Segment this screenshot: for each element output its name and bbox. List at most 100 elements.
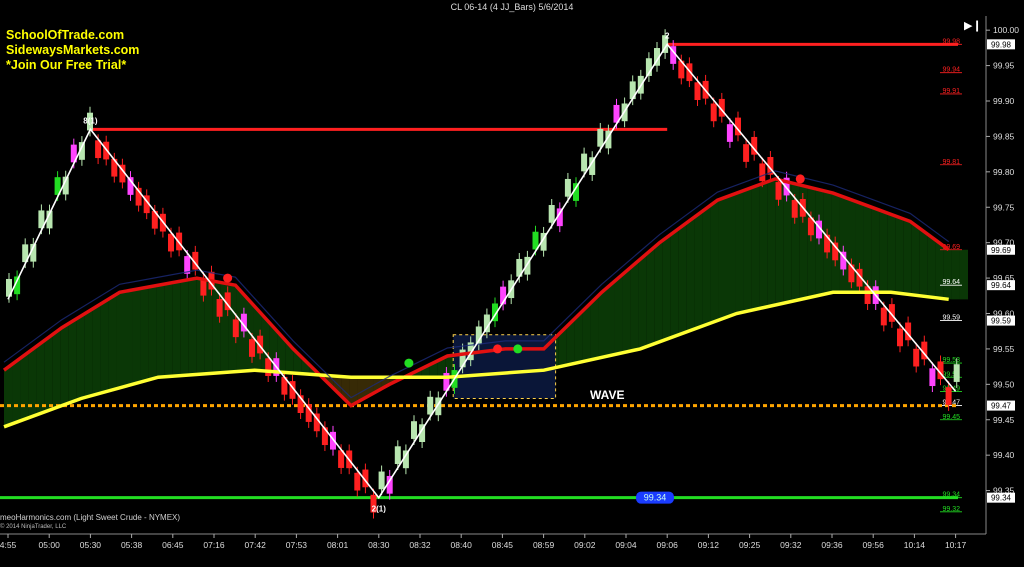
x-tick-label: 07:16: [203, 540, 225, 550]
candle-body: [354, 472, 361, 491]
candle-body: [265, 358, 272, 376]
x-tick-label: 09:12: [698, 540, 720, 550]
candle-body: [694, 82, 701, 101]
price-box-label: 99.47: [991, 402, 1012, 411]
ma-cloud-segment: [807, 186, 816, 298]
price-box-label: 99.64: [991, 281, 1012, 290]
play-pause-icon[interactable]: ▶❙: [964, 19, 982, 32]
price-chart[interactable]: 99.3599.4099.4599.5099.5599.6099.6599.70…: [0, 0, 1024, 567]
price-level-label: 99.94: [942, 67, 960, 74]
low-level-pill-label: 99.34: [644, 493, 667, 503]
ma-cloud-segment: [959, 249, 968, 300]
ma-cloud-segment: [839, 195, 848, 293]
ma-cloud-segment: [60, 323, 69, 407]
ma-cloud-segment: [20, 352, 29, 421]
candle-body: [394, 446, 401, 465]
candle-body: [832, 242, 839, 261]
x-tick-label: 08:40: [451, 540, 473, 550]
ma-cloud-segment: [759, 181, 768, 309]
x-tick-label: 06:45: [162, 540, 184, 550]
ma-cloud-segment: [622, 267, 631, 353]
ma-cloud-segment: [718, 196, 727, 320]
ma-cloud-segment: [670, 228, 679, 338]
candle-body: [945, 387, 952, 405]
x-tick-label: 09:32: [780, 540, 802, 550]
ma-cloud-segment: [614, 274, 623, 355]
x-tick-label: 08:45: [492, 540, 514, 550]
candle-body: [743, 144, 750, 162]
candle-body: [953, 364, 960, 382]
signal-dot: [404, 358, 414, 368]
candle-body: [564, 178, 571, 197]
x-tick-label: 05:30: [80, 540, 102, 550]
ma-cloud-segment: [751, 184, 760, 311]
signal-dot: [493, 344, 503, 354]
candle-body: [726, 124, 733, 142]
ma-cloud-segment: [654, 240, 663, 344]
price-level-label: 99.53: [942, 357, 960, 364]
chart-window: 99.35 99.40 99.45 99.50 99.55 99.60 99.65 99.70…: [0, 0, 1024, 567]
ma-cloud-segment: [349, 377, 358, 405]
x-tick-label: 07:42: [245, 540, 267, 550]
y-tick-label: 99.45: [993, 415, 1015, 425]
ma-cloud-segment: [68, 318, 77, 404]
price-box-label: 99.59: [991, 317, 1012, 326]
x-tick-label: 09:36: [821, 540, 843, 550]
x-tick-label: 09:04: [615, 540, 637, 550]
ma-cloud-segment: [76, 313, 85, 401]
ma-cloud-segment: [12, 358, 21, 424]
x-tick-label: 05:00: [39, 540, 61, 550]
candle-body: [710, 103, 717, 122]
price-level-label: 99.81: [942, 159, 960, 166]
candle-body: [216, 299, 223, 317]
ma-cloud-segment: [686, 216, 695, 332]
ma-cloud-segment: [951, 249, 960, 300]
ma-cloud-segment: [164, 282, 173, 377]
ma-cloud-segment: [871, 207, 880, 293]
x-tick-label: 10:14: [904, 540, 926, 550]
brand-line-3: *Join Our Free Trial*: [6, 58, 127, 72]
price-box-label: 99.34: [991, 494, 1012, 503]
price-level-label: 99.91: [942, 88, 960, 95]
ma-cloud-segment: [735, 190, 744, 315]
candle-body: [775, 182, 782, 200]
y-tick-label: 99.50: [993, 379, 1015, 389]
y-tick-label: 99.80: [993, 167, 1015, 177]
price-box-label: 99.98: [991, 40, 1012, 49]
candle-body: [232, 319, 239, 338]
ma-cloud-segment: [188, 278, 197, 376]
x-tick-label: 08:32: [409, 540, 431, 550]
data-source-label: meoHarmonics.com (Light Sweet Crude - NY…: [0, 513, 181, 522]
ma-cloud-segment: [156, 283, 165, 378]
candle-body: [880, 307, 887, 326]
x-tick-label: 08:01: [327, 540, 349, 550]
ma-cloud-segment: [28, 346, 37, 418]
price-level-label: 99.59: [942, 315, 960, 322]
ma-cloud-segment: [180, 279, 189, 376]
candle-body: [913, 348, 920, 367]
x-tick-label: 07:53: [286, 540, 308, 550]
brand-line-2: SidewaysMarkets.com: [6, 43, 140, 57]
zigzag-label: 2: [665, 31, 670, 40]
chart-title: CL 06-14 (4 JJ_Bars) 5/6/2014: [450, 2, 574, 12]
signal-dot: [513, 344, 523, 354]
x-tick-label: 09:25: [739, 540, 761, 550]
ma-cloud-segment: [92, 304, 101, 396]
candle-body: [759, 163, 766, 182]
ma-cloud-segment: [172, 281, 181, 377]
ma-cloud-segment: [863, 204, 872, 293]
candle-body: [168, 233, 174, 252]
ma-cloud-segment: [927, 234, 936, 298]
price-level-label: 99.32: [942, 506, 960, 513]
zigzag-label: 2(1): [372, 505, 387, 514]
ma-cloud-segment: [879, 210, 888, 293]
ma-cloud-segment: [100, 299, 109, 394]
ma-cloud-segment: [903, 219, 912, 295]
ma-cloud-segment: [84, 308, 93, 398]
y-tick-label: 99.95: [993, 61, 1015, 71]
ma-cloud-segment: [44, 334, 53, 413]
candle-body: [411, 421, 417, 439]
ma-cloud-segment: [52, 328, 61, 410]
ma-cloud-segment: [767, 178, 776, 307]
ma-cloud-segment: [132, 288, 141, 385]
